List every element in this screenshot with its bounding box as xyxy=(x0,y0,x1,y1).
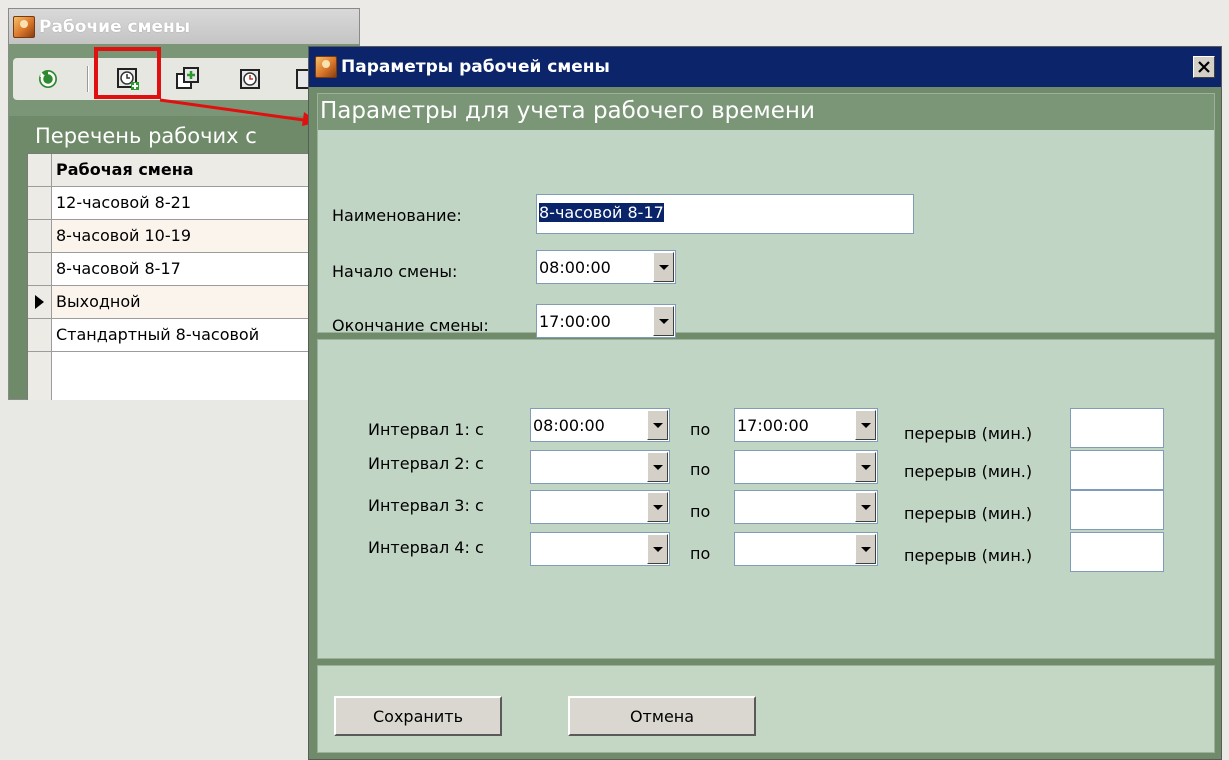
shift-name-cell[interactable]: Стандартный 8-часовой xyxy=(52,319,318,351)
interval-2-to-label: по xyxy=(690,460,711,479)
chevron-down-icon xyxy=(652,504,663,510)
interval-4-from-select[interactable] xyxy=(530,532,670,566)
shift-name-cell[interactable]: Выходной xyxy=(52,286,318,318)
interval-3-label: Интервал 3: с xyxy=(368,496,484,515)
start-label: Начало смены: xyxy=(332,262,458,281)
dropdown-button[interactable] xyxy=(653,252,674,282)
grid-header-row: Рабочая смена xyxy=(28,154,318,187)
interval-1-from-select[interactable]: 08:00:00 xyxy=(530,408,670,442)
dialog-titlebar[interactable]: Параметры рабочей смены xyxy=(309,47,1221,87)
interval-1-break-input[interactable] xyxy=(1070,408,1164,448)
table-row[interactable]: 8-часовой 10-19 xyxy=(28,220,318,253)
interval-4-to-label: по xyxy=(690,544,711,563)
buttons-panel: Сохранить Отмена xyxy=(317,665,1215,753)
chevron-down-icon xyxy=(658,264,669,270)
interval-3-from-select[interactable] xyxy=(530,490,670,524)
dropdown-button[interactable] xyxy=(855,492,876,522)
dialog-title: Параметры рабочей смены xyxy=(341,57,610,77)
interval-2-from-select[interactable] xyxy=(530,450,670,484)
shift-name-cell[interactable]: 8-часовой 8-17 xyxy=(52,253,318,285)
dropdown-button[interactable] xyxy=(855,534,876,564)
chevron-down-icon xyxy=(652,546,663,552)
interval-1-break-label: перерыв (мин.) xyxy=(904,424,1033,443)
chevron-down-icon xyxy=(658,318,669,324)
row-indicator xyxy=(28,352,52,400)
interval-4-break-input[interactable] xyxy=(1070,532,1164,572)
chevron-down-icon xyxy=(860,422,871,428)
column-header-shift[interactable]: Рабочая смена xyxy=(52,154,318,186)
cancel-button[interactable]: Отмена xyxy=(568,696,756,736)
row-indicator xyxy=(28,154,52,186)
row-indicator xyxy=(28,187,52,219)
dropdown-button[interactable] xyxy=(653,306,674,336)
interval-3-to-label: по xyxy=(690,502,711,521)
name-field[interactable]: 8-часовой 8-17 xyxy=(536,194,914,234)
interval-3-break-input[interactable] xyxy=(1070,490,1164,530)
interval-1-to-label: по xyxy=(690,420,711,439)
chevron-down-icon xyxy=(860,464,871,470)
interval-1-label: Интервал 1: с xyxy=(368,420,484,439)
current-row-arrow-icon xyxy=(35,295,44,309)
row-indicator xyxy=(28,253,52,285)
table-row[interactable]: Стандартный 8-часовой xyxy=(28,319,318,352)
shift-params-dialog: Параметры рабочей смены Параметры для уч… xyxy=(308,46,1222,760)
dropdown-button[interactable] xyxy=(647,534,668,564)
table-row[interactable]: 8-часовой 8-17 xyxy=(28,253,318,286)
interval-1-from-value: 08:00:00 xyxy=(533,415,605,435)
end-time-value: 17:00:00 xyxy=(539,311,611,331)
interval-1-to-value: 17:00:00 xyxy=(737,415,809,435)
empty-row xyxy=(28,352,318,400)
end-time-select[interactable]: 17:00:00 xyxy=(536,304,676,338)
row-indicator xyxy=(28,220,52,252)
close-icon xyxy=(1198,61,1210,73)
save-button[interactable]: Сохранить xyxy=(334,696,502,736)
intervals-panel: Интервал 1: с 08:00:00 по 17:00:00 перер… xyxy=(317,339,1215,659)
annotation-arrow-icon xyxy=(159,98,319,126)
time-params-panel: Параметры для учета рабочего времени Наи… xyxy=(317,93,1215,338)
start-time-select[interactable]: 08:00:00 xyxy=(536,250,676,284)
close-button[interactable] xyxy=(1193,56,1215,78)
shift-grid: Рабочая смена 12-часовой 8-21 8-часовой … xyxy=(27,153,319,401)
interval-4-break-label: перерыв (мин.) xyxy=(904,546,1033,565)
end-label: Окончание смены: xyxy=(332,316,489,335)
dropdown-button[interactable] xyxy=(855,410,876,440)
interval-4-label: Интервал 4: с xyxy=(368,538,484,557)
interval-2-break-input[interactable] xyxy=(1070,450,1164,490)
row-indicator xyxy=(28,319,52,351)
interval-1-to-select[interactable]: 17:00:00 xyxy=(734,408,878,442)
dropdown-button[interactable] xyxy=(647,452,668,482)
interval-2-break-label: перерыв (мин.) xyxy=(904,462,1033,481)
interval-4-to-select[interactable] xyxy=(734,532,878,566)
shift-name-cell[interactable]: 8-часовой 10-19 xyxy=(52,220,318,252)
current-row-indicator xyxy=(28,286,52,318)
name-label: Наименование: xyxy=(332,206,462,225)
interval-3-to-select[interactable] xyxy=(734,490,878,524)
chevron-down-icon xyxy=(652,422,663,428)
interval-2-to-select[interactable] xyxy=(734,450,878,484)
dropdown-button[interactable] xyxy=(647,492,668,522)
chevron-down-icon xyxy=(860,504,871,510)
name-field-value: 8-часовой 8-17 xyxy=(539,203,664,222)
shift-name-cell[interactable]: 12-часовой 8-21 xyxy=(52,187,318,219)
dropdown-button[interactable] xyxy=(855,452,876,482)
chevron-down-icon xyxy=(860,546,871,552)
chevron-down-icon xyxy=(652,464,663,470)
table-row[interactable]: Выходной xyxy=(28,286,318,319)
interval-3-break-label: перерыв (мин.) xyxy=(904,504,1033,523)
empty-cell xyxy=(52,352,318,400)
panel-header: Параметры для учета рабочего времени xyxy=(318,94,1214,130)
interval-2-label: Интервал 2: с xyxy=(368,454,484,473)
dropdown-button[interactable] xyxy=(647,410,668,440)
table-row[interactable]: 12-часовой 8-21 xyxy=(28,187,318,220)
start-time-value: 08:00:00 xyxy=(539,257,611,277)
app-icon xyxy=(315,56,337,78)
desktop-background xyxy=(0,400,320,760)
